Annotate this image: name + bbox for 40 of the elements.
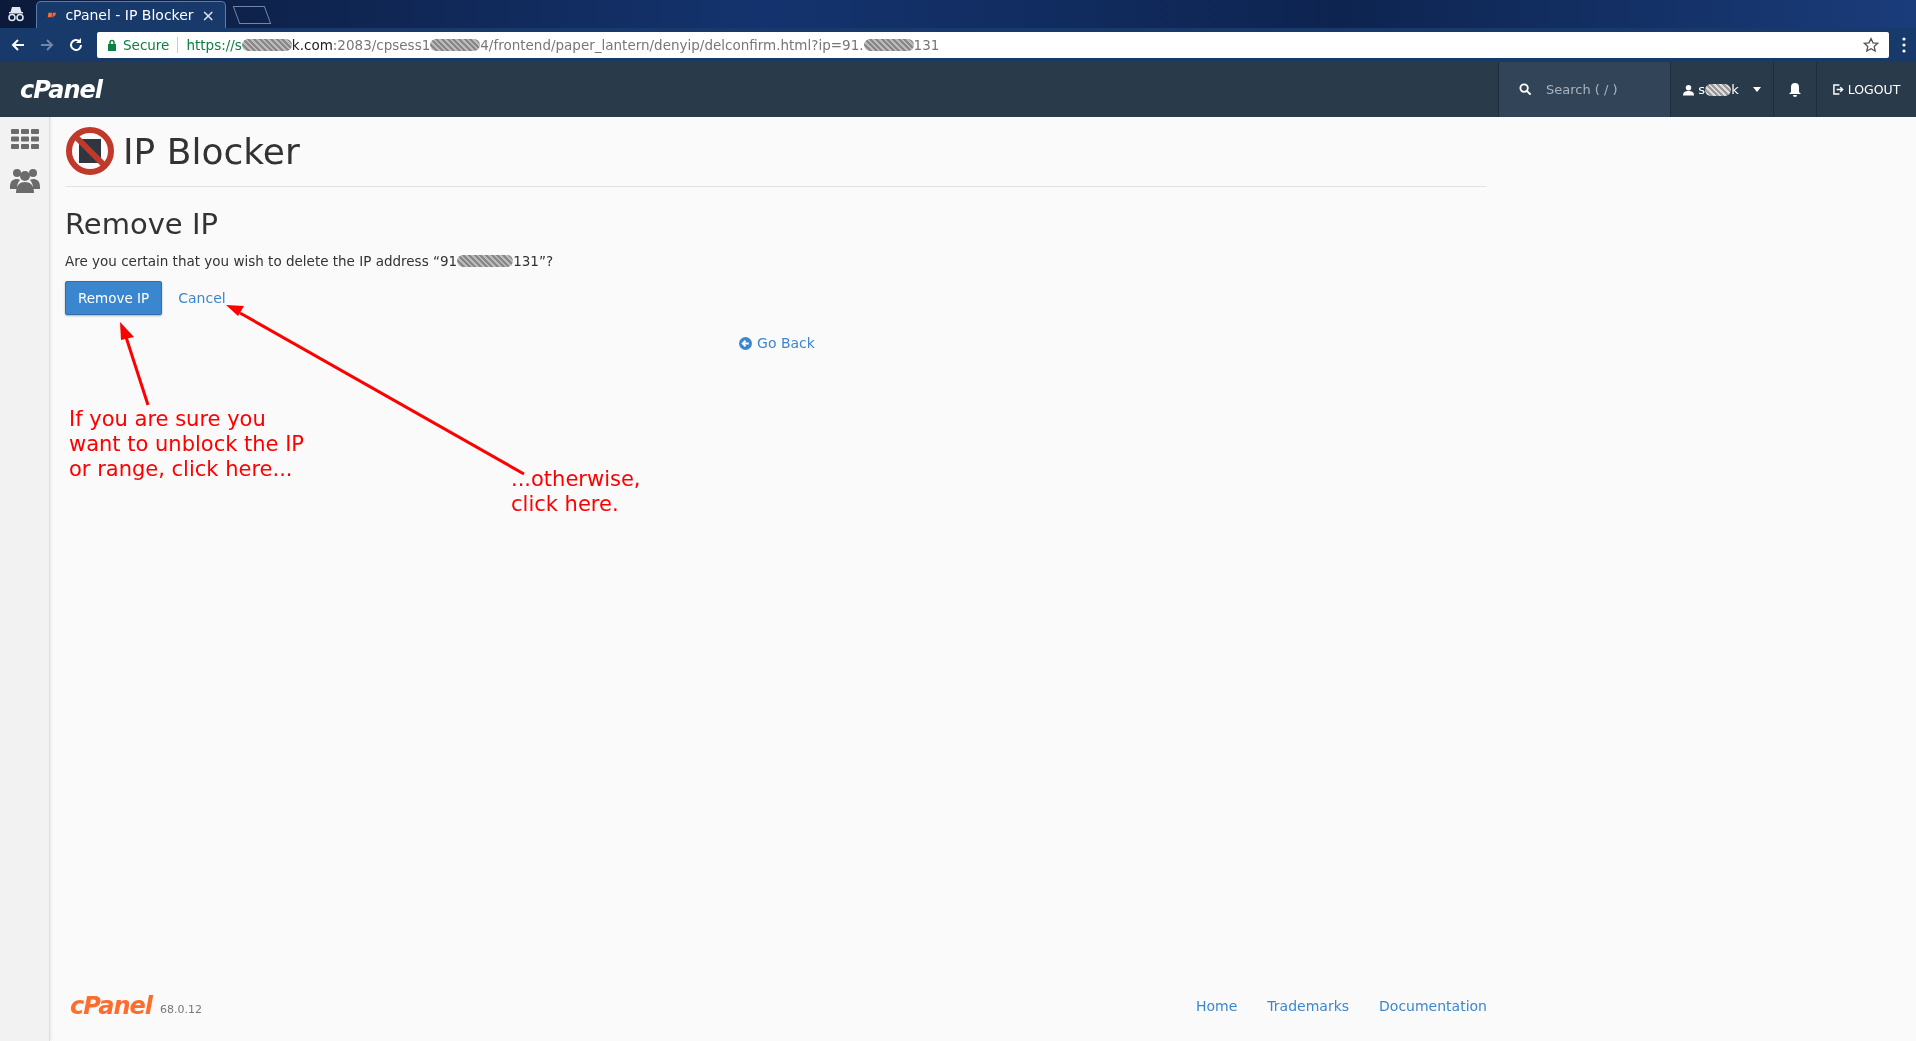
grid-icon[interactable] (10, 129, 39, 149)
version-number: 68.0.12 (160, 1002, 203, 1016)
footer-link[interactable]: Documentation (1379, 998, 1487, 1014)
users-icon[interactable] (9, 167, 40, 193)
tab-close-button[interactable]: × (201, 5, 215, 25)
annotation-text: ...otherwise, click here. (511, 467, 641, 517)
user-menu[interactable]: s k (1670, 62, 1773, 117)
forward-icon[interactable] (39, 37, 55, 53)
username: s k (1698, 82, 1739, 97)
confirmation-message: Are you certain that you wish to delete the IP address “91 131”? (65, 253, 555, 269)
back-icon[interactable] (10, 37, 26, 53)
go-back-link[interactable]: Go Back (739, 335, 815, 351)
annotation-text: If you are sure you want to unblock the IP or range, click here... (69, 407, 305, 482)
user-icon (1683, 83, 1695, 96)
address-bar[interactable]: Secure https://s k.com:2083/cpsess1 4/frontend/paper_lantern/denyip/delconfirm.html?ip=91. 131 (97, 32, 1889, 58)
page-title: IP Blocker (123, 130, 300, 172)
new-tab-button[interactable] (232, 6, 272, 24)
menu-icon[interactable] (1902, 37, 1906, 53)
lock-icon (107, 39, 117, 51)
section-heading: Remove IP (65, 207, 219, 241)
cpanel-logo[interactable]: cPanel (20, 75, 103, 104)
back-arrow-circle-icon (739, 336, 753, 350)
logout-icon (1832, 84, 1844, 95)
reload-icon[interactable] (68, 37, 84, 53)
url-text: https://s k.com:2083/cpsess1 4/frontend/paper_lantern/denyip/delconfirm.html?ip=91. 131 (186, 37, 941, 53)
footer-link[interactable]: Trademarks (1267, 998, 1350, 1014)
cancel-link[interactable]: Cancel (178, 290, 226, 306)
incognito-icon (6, 6, 26, 22)
logout-button[interactable]: LOGOUT (1816, 62, 1916, 117)
caret-icon (1752, 87, 1761, 92)
search-icon (1519, 83, 1532, 96)
browser-tab[interactable]: cPanel - IP Blocker × (36, 1, 226, 28)
tab-title: cPanel - IP Blocker (65, 7, 194, 23)
cpanel-logo[interactable]: cPanel (70, 992, 153, 1020)
secure-label: Secure (123, 37, 170, 53)
bell-icon (1788, 81, 1802, 98)
footer-link[interactable]: Home (1196, 998, 1238, 1014)
blocked-ip-icon (65, 126, 115, 176)
bookmark-star-icon[interactable] (1863, 37, 1879, 53)
remove-ip-button[interactable]: Remove IP (65, 281, 163, 315)
